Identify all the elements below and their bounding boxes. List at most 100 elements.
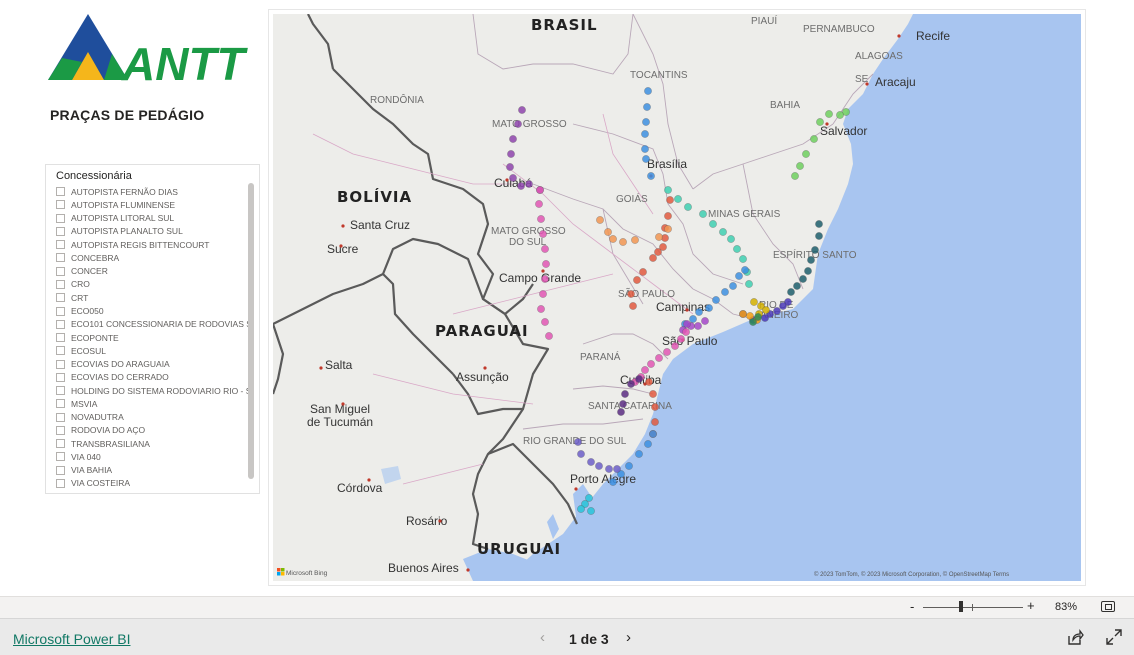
toll-plaza-point[interactable] bbox=[674, 195, 682, 203]
toll-plaza-point[interactable] bbox=[535, 200, 543, 208]
slicer-item[interactable]: CONCEBRA bbox=[56, 251, 252, 264]
toll-plaza-point[interactable] bbox=[587, 507, 595, 515]
slicer-item[interactable]: CONCER bbox=[56, 265, 252, 278]
checkbox[interactable] bbox=[56, 439, 65, 449]
toll-plaza-point[interactable] bbox=[514, 120, 522, 128]
toll-plaza-point[interactable] bbox=[762, 306, 770, 314]
toll-plaza-point[interactable] bbox=[525, 180, 533, 188]
toll-plaza-point[interactable] bbox=[633, 276, 641, 284]
toll-plaza-point[interactable] bbox=[655, 233, 663, 241]
toll-plaza-point[interactable] bbox=[627, 380, 635, 388]
toll-plaza-point[interactable] bbox=[816, 118, 824, 126]
toll-plaza-point[interactable] bbox=[739, 255, 747, 263]
toll-plaza-point[interactable] bbox=[683, 320, 691, 328]
slicer-item[interactable]: HOLDING DO SISTEMA RODOVIARIO RIO - S... bbox=[56, 384, 252, 397]
toll-plaza-point[interactable] bbox=[735, 272, 743, 280]
toll-plaza-point[interactable] bbox=[577, 505, 585, 513]
toll-plaza-point[interactable] bbox=[541, 275, 549, 283]
toll-plaza-point[interactable] bbox=[663, 348, 671, 356]
checkbox[interactable] bbox=[56, 386, 65, 396]
checkbox[interactable] bbox=[56, 465, 65, 475]
toll-plaza-point[interactable] bbox=[647, 360, 655, 368]
checkbox[interactable] bbox=[56, 346, 65, 356]
slicer-item[interactable]: VIA BAHIA bbox=[56, 464, 252, 477]
share-icon[interactable] bbox=[1066, 629, 1084, 647]
toll-plaza-point[interactable] bbox=[651, 403, 659, 411]
toll-plaza-point[interactable] bbox=[629, 302, 637, 310]
toll-plaza-point[interactable] bbox=[721, 288, 729, 296]
toll-plaza-point[interactable] bbox=[651, 418, 659, 426]
slicer-item[interactable]: ECOVIAS DO ARAGUAIA bbox=[56, 357, 252, 370]
toll-plaza-point[interactable] bbox=[595, 462, 603, 470]
map-attribution[interactable]: © 2023 TomTom, © 2023 Microsoft Corporat… bbox=[814, 571, 1009, 578]
checkbox[interactable] bbox=[56, 425, 65, 435]
slicer-item[interactable]: AUTOPISTA PLANALTO SUL bbox=[56, 225, 252, 238]
toll-plaza-point[interactable] bbox=[684, 203, 692, 211]
checkbox[interactable] bbox=[56, 372, 65, 382]
checkbox[interactable] bbox=[56, 293, 65, 303]
toll-plaza-point[interactable] bbox=[635, 375, 643, 383]
toll-plaza-point[interactable] bbox=[613, 465, 621, 473]
toll-plaza-point[interactable] bbox=[539, 230, 547, 238]
toll-plaza-point[interactable] bbox=[644, 87, 652, 95]
toll-plaza-point[interactable] bbox=[709, 220, 717, 228]
toll-plaza-point[interactable] bbox=[643, 103, 651, 111]
slicer-item[interactable]: ECO050 bbox=[56, 304, 252, 317]
toll-plaza-point[interactable] bbox=[799, 275, 807, 283]
toll-plaza-point[interactable] bbox=[639, 268, 647, 276]
toll-plaza-point[interactable] bbox=[807, 256, 815, 264]
checkbox[interactable] bbox=[56, 478, 65, 488]
zoom-slider-track[interactable] bbox=[923, 607, 1023, 608]
toll-plaza-point[interactable] bbox=[719, 228, 727, 236]
slicer-scrollbar[interactable] bbox=[248, 183, 254, 479]
slicer-item[interactable]: ECO101 CONCESSIONARIA DE RODOVIAS S/A bbox=[56, 318, 252, 331]
slicer-item[interactable]: AUTOPISTA FLUMINENSE bbox=[56, 198, 252, 211]
toll-plaza-point[interactable] bbox=[671, 342, 679, 350]
toll-plaza-point[interactable] bbox=[542, 260, 550, 268]
toll-plaza-point[interactable] bbox=[664, 212, 672, 220]
toll-plaza-point[interactable] bbox=[649, 254, 657, 262]
slicer-item[interactable]: NOVADUTRA bbox=[56, 411, 252, 424]
toll-plaza-point[interactable] bbox=[754, 313, 762, 321]
toll-plaza-point[interactable] bbox=[605, 465, 613, 473]
toll-plaza-point[interactable] bbox=[729, 282, 737, 290]
slicer-item[interactable]: MSVIA bbox=[56, 397, 252, 410]
toll-plaza-point[interactable] bbox=[666, 196, 674, 204]
checkbox[interactable] bbox=[56, 412, 65, 422]
toll-plaza-point[interactable] bbox=[509, 135, 517, 143]
toll-plaza-point[interactable] bbox=[518, 106, 526, 114]
toll-plaza-point[interactable] bbox=[621, 390, 629, 398]
checkbox[interactable] bbox=[56, 333, 65, 343]
toll-plaza-point[interactable] bbox=[647, 172, 655, 180]
toll-plaza-point[interactable] bbox=[609, 235, 617, 243]
slicer-item[interactable]: VIA COSTEIRA bbox=[56, 477, 252, 490]
toll-plaza-point[interactable] bbox=[733, 245, 741, 253]
slicer-item[interactable]: ECOSUL bbox=[56, 344, 252, 357]
toll-plaza-point[interactable] bbox=[836, 111, 844, 119]
toll-plaza-point[interactable] bbox=[682, 328, 690, 336]
toll-plaza-point[interactable] bbox=[642, 155, 650, 163]
toll-plaza-point[interactable] bbox=[596, 216, 604, 224]
toll-plaza-point[interactable] bbox=[635, 450, 643, 458]
toll-plaza-point[interactable] bbox=[727, 235, 735, 243]
toll-plaza-point[interactable] bbox=[645, 378, 653, 386]
toll-plaza-point[interactable] bbox=[787, 288, 795, 296]
toll-plaza-point[interactable] bbox=[701, 317, 709, 325]
slicer-item[interactable]: AUTOPISTA REGIS BITTENCOURT bbox=[56, 238, 252, 251]
zoom-out-button[interactable]: - bbox=[910, 599, 914, 614]
toll-plaza-point[interactable] bbox=[793, 282, 801, 290]
toll-plaza-point[interactable] bbox=[619, 400, 627, 408]
toll-plaza-point[interactable] bbox=[689, 315, 697, 323]
zoom-in-button[interactable]: + bbox=[1027, 598, 1035, 613]
toll-plaza-point[interactable] bbox=[810, 135, 818, 143]
prev-page-chevron-icon[interactable]: ‹ bbox=[540, 629, 545, 646]
toll-plaza-point[interactable] bbox=[625, 462, 633, 470]
toll-plaza-point[interactable] bbox=[825, 110, 833, 118]
toll-plaza-point[interactable] bbox=[699, 210, 707, 218]
toll-plaza-point[interactable] bbox=[741, 266, 749, 274]
toll-plaza-point[interactable] bbox=[537, 215, 545, 223]
toll-plaza-point[interactable] bbox=[506, 163, 514, 171]
slicer-item[interactable]: RODOVIA DO AÇO bbox=[56, 424, 252, 437]
toll-plaza-point[interactable] bbox=[627, 290, 635, 298]
toll-plaza-point[interactable] bbox=[694, 322, 702, 330]
